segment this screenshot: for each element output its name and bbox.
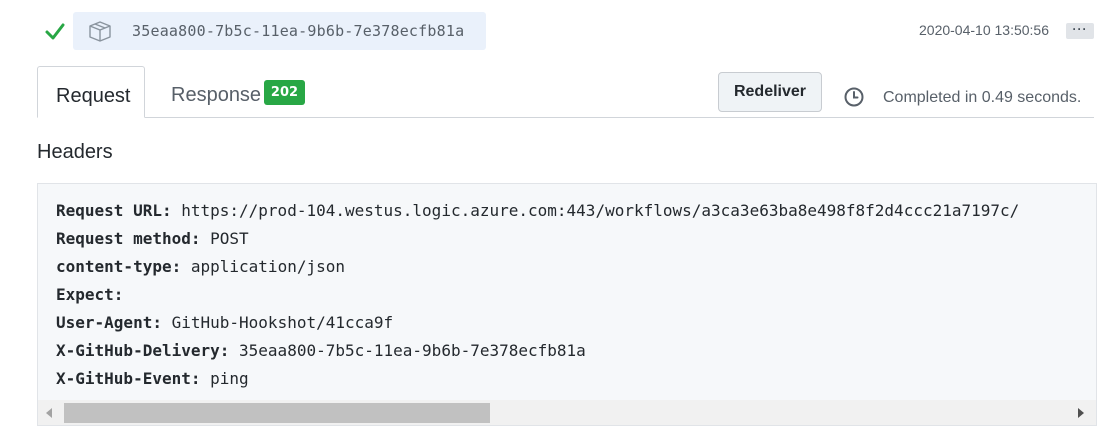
tab-response[interactable]: Response	[171, 84, 261, 107]
delivery-timestamp: 2020-04-10 13:50:56	[919, 22, 1049, 38]
header-line: X-GitHub-Event: ping	[56, 365, 1019, 393]
completed-status: Completed in 0.49 seconds.	[883, 89, 1082, 106]
header-value: application/json	[181, 257, 345, 276]
scrollbar-thumb[interactable]	[64, 403, 490, 423]
header-line: content-type: application/json	[56, 253, 1019, 281]
headers-code-block[interactable]: Request URL: https://prod-104.westus.log…	[37, 183, 1097, 426]
package-icon	[89, 21, 111, 42]
tabs-divider	[37, 117, 1094, 118]
header-line: User-Agent: GitHub-Hookshot/41cca9f	[56, 309, 1019, 337]
horizontal-scrollbar[interactable]	[38, 400, 1096, 425]
header-key: content-type:	[56, 257, 182, 276]
header-line: Request method: POST	[56, 225, 1019, 253]
header-key: X-GitHub-Event:	[56, 369, 201, 388]
header-key: Request URL:	[56, 201, 172, 220]
header-value: ping	[200, 369, 249, 388]
header-line: Request URL: https://prod-104.westus.log…	[56, 197, 1019, 225]
checkmark-icon	[45, 23, 65, 40]
header-value: https://prod-104.westus.logic.azure.com:…	[171, 201, 1020, 220]
tab-request[interactable]: Request	[37, 66, 145, 118]
header-line: Expect:	[56, 281, 1019, 309]
response-status-badge: 202	[264, 80, 305, 105]
redeliver-button[interactable]: Redeliver	[718, 72, 822, 112]
more-options-button[interactable]: ···	[1066, 23, 1094, 39]
header-key: Expect:	[56, 285, 124, 304]
headers-list: Request URL: https://prod-104.westus.log…	[56, 197, 1019, 393]
headers-heading: Headers	[37, 141, 113, 163]
header-key: X-GitHub-Delivery:	[56, 341, 230, 360]
delivery-guid-pill[interactable]: 35eaa800-7b5c-11ea-9b6b-7e378ecfb81a	[73, 12, 486, 50]
delivery-guid: 35eaa800-7b5c-11ea-9b6b-7e378ecfb81a	[132, 22, 465, 40]
header-value: 35eaa800-7b5c-11ea-9b6b-7e378ecfb81a	[229, 341, 586, 360]
tab-request-label: Request	[56, 85, 131, 107]
scroll-left-arrow-icon[interactable]	[46, 408, 52, 418]
header-value: POST	[200, 229, 249, 248]
clock-icon	[844, 87, 864, 107]
header-line: X-GitHub-Delivery: 35eaa800-7b5c-11ea-9b…	[56, 337, 1019, 365]
scroll-right-arrow-icon[interactable]	[1078, 408, 1084, 418]
header-key: User-Agent:	[56, 313, 162, 332]
header-key: Request method:	[56, 229, 201, 248]
header-value: GitHub-Hookshot/41cca9f	[161, 313, 394, 332]
